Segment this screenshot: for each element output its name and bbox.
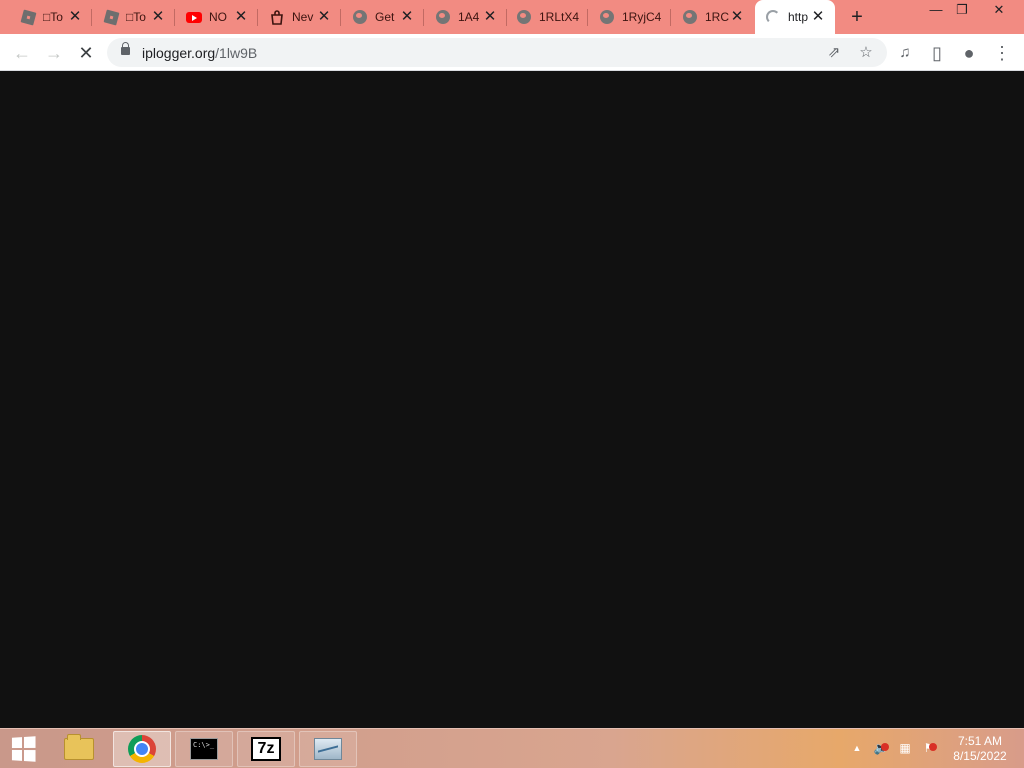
- stop-loading-button[interactable]: ✕: [72, 39, 100, 67]
- clock-date: 8/15/2022: [953, 749, 1007, 763]
- tab-separator: [257, 9, 258, 26]
- show-hidden-icons-button[interactable]: ▲: [848, 737, 866, 759]
- network-icon[interactable]: ▦: [896, 737, 914, 759]
- youtube-icon: [186, 9, 202, 25]
- tab-separator: [174, 9, 175, 26]
- tab-active-loading[interactable]: http ✕: [755, 0, 835, 34]
- system-clock[interactable]: 7:51 AM 8/15/2022: [946, 734, 1014, 764]
- close-icon[interactable]: ✕: [399, 9, 415, 25]
- taskbar-file-explorer[interactable]: [50, 731, 108, 767]
- action-center-alert-icon: [929, 743, 937, 751]
- roblox-icon: [103, 9, 119, 25]
- restore-button[interactable]: ❐: [947, 0, 977, 22]
- tab-separator: [340, 9, 341, 26]
- 7zip-icon: 7z: [251, 737, 281, 761]
- window-close-button[interactable]: ✕: [984, 0, 1014, 22]
- bookmark-star-icon[interactable]: ☆: [855, 42, 877, 64]
- taskbar-resource-monitor[interactable]: [299, 731, 357, 767]
- start-button[interactable]: [6, 734, 40, 764]
- address-bar[interactable]: iplogger.org/1lw9B ⇗ ☆: [107, 38, 887, 67]
- globe-icon: [352, 9, 368, 25]
- profile-avatar-icon[interactable]: ●: [955, 39, 983, 67]
- tab-strip: □To ✕ □To ✕ NO ✕ Nev ✕ Get ✕ 1A4 ✕ 1RLtX…: [0, 0, 1024, 34]
- tab-get[interactable]: Get ✕: [342, 0, 424, 34]
- resource-monitor-icon: [314, 738, 342, 760]
- tab-1rltx4[interactable]: 1RLtX4: [506, 0, 588, 34]
- url-text[interactable]: iplogger.org/1lw9B: [142, 45, 257, 61]
- media-controls-icon[interactable]: ♫: [891, 39, 919, 67]
- side-panel-icon[interactable]: ▯: [923, 39, 951, 67]
- bag-icon: [269, 9, 285, 25]
- taskbar-7zip[interactable]: 7z: [237, 731, 295, 767]
- forward-button[interactable]: →: [40, 39, 68, 67]
- taskbar: C:\>_ 7z ▲ 🔈 ▦ ⚑ 7:51 AM 8/15/2022: [0, 728, 1024, 768]
- close-icon[interactable]: ✕: [810, 9, 826, 25]
- tab-title: 1RLtX4: [539, 10, 579, 24]
- muted-badge-icon: [881, 743, 889, 751]
- close-icon[interactable]: ✕: [729, 9, 745, 25]
- loading-icon: [765, 9, 781, 25]
- globe-icon: [682, 9, 698, 25]
- taskbar-command-prompt[interactable]: C:\>_: [175, 731, 233, 767]
- tab-separator: [587, 9, 588, 26]
- globe-icon: [599, 9, 615, 25]
- folder-icon: [64, 734, 94, 760]
- windows-logo-icon: [11, 736, 36, 762]
- taskbar-chrome[interactable]: [113, 731, 171, 767]
- tab-separator: [91, 9, 92, 26]
- chrome-menu-icon[interactable]: ⋮: [988, 39, 1016, 67]
- tab-roblox-1[interactable]: □To ✕: [10, 0, 92, 34]
- tab-1rc[interactable]: 1RC ✕: [672, 0, 754, 34]
- close-icon[interactable]: ✕: [482, 9, 498, 25]
- chrome-icon: [128, 735, 156, 763]
- tab-roblox-2[interactable]: □To ✕: [93, 0, 175, 34]
- tab-1a4[interactable]: 1A4 ✕: [425, 0, 507, 34]
- tab-title: 1RyjC4: [622, 10, 662, 24]
- tab-separator: [670, 9, 671, 26]
- globe-icon: [516, 9, 532, 25]
- new-tab-button[interactable]: +: [846, 6, 868, 28]
- back-button[interactable]: ←: [8, 39, 36, 67]
- globe-icon: [435, 9, 451, 25]
- clock-time: 7:51 AM: [957, 734, 1003, 748]
- close-icon[interactable]: ✕: [233, 9, 249, 25]
- url-path: /1lw9B: [215, 45, 258, 61]
- tab-title: http: [788, 10, 809, 24]
- close-icon[interactable]: ✕: [316, 9, 332, 25]
- url-host: iplogger.org: [142, 45, 216, 61]
- roblox-icon: [20, 9, 36, 25]
- tab-new[interactable]: Nev ✕: [259, 0, 341, 34]
- close-icon[interactable]: ✕: [150, 9, 166, 25]
- browser-toolbar: ← → ✕ iplogger.org/1lw9B ⇗ ☆ ♫ ▯ ● ⋮: [0, 34, 1024, 71]
- command-prompt-icon: C:\>_: [190, 738, 218, 760]
- page-content-loading[interactable]: [0, 71, 1024, 728]
- tab-1ryjc4[interactable]: 1RyjC4: [589, 0, 671, 34]
- close-icon[interactable]: ✕: [67, 9, 83, 25]
- share-icon[interactable]: ⇗: [823, 42, 845, 64]
- tab-separator: [423, 9, 424, 26]
- tab-youtube[interactable]: NO ✕: [176, 0, 258, 34]
- lock-icon[interactable]: [121, 42, 130, 55]
